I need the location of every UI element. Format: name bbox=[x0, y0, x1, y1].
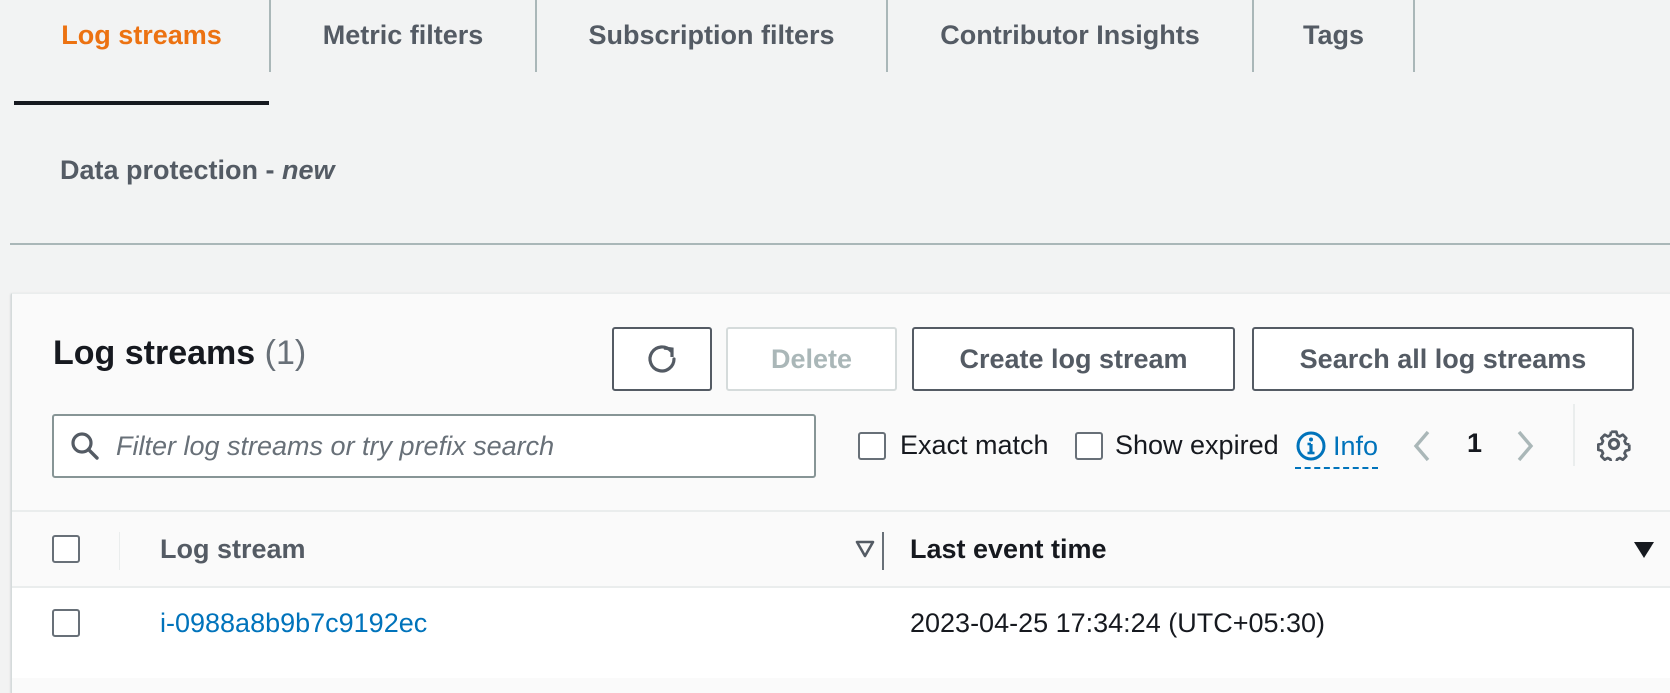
gear-icon[interactable] bbox=[1597, 427, 1631, 461]
log-stream-link[interactable]: i-0988a8b9b7c9192ec bbox=[160, 608, 427, 639]
tab-metric-filters[interactable]: Metric filters bbox=[271, 0, 535, 72]
chevron-left-icon[interactable] bbox=[1409, 428, 1435, 464]
delete-button[interactable]: Delete bbox=[726, 327, 897, 391]
search-icon bbox=[71, 432, 99, 460]
tab-subscription-filters[interactable]: Subscription filters bbox=[537, 0, 886, 72]
info-label: Info bbox=[1333, 430, 1379, 461]
panel-title: Log streams (1) bbox=[53, 334, 306, 373]
log-streams-panel: Log streams (1) Delete Create log stream… bbox=[11, 293, 1670, 693]
panel-count: (1) bbox=[264, 334, 307, 372]
tab-label: Metric filters bbox=[322, 20, 484, 50]
search-all-log-streams-button[interactable]: Search all log streams bbox=[1252, 327, 1634, 391]
show-expired-label: Show expired bbox=[1115, 430, 1279, 460]
tabs-divider bbox=[10, 243, 1670, 245]
sort-descending-icon[interactable] bbox=[1632, 538, 1656, 562]
last-event-time-cell: 2023-04-25 17:34:24 (UTC+05:30) bbox=[910, 608, 1326, 638]
panel-title-text: Log streams bbox=[53, 334, 256, 372]
tab-label: Tags bbox=[1302, 20, 1364, 50]
tab-contributor-insights[interactable]: Contributor Insights bbox=[888, 0, 1252, 72]
column-header-log-stream[interactable]: Log stream bbox=[160, 534, 306, 565]
tab-divider bbox=[1413, 0, 1415, 72]
refresh-button[interactable] bbox=[612, 327, 712, 391]
create-log-stream-button[interactable]: Create log stream bbox=[912, 327, 1235, 391]
show-expired-option[interactable]: Show expired bbox=[1075, 430, 1279, 461]
show-expired-checkbox[interactable] bbox=[1075, 431, 1103, 460]
column-divider[interactable] bbox=[882, 532, 884, 570]
column-divider bbox=[119, 532, 120, 570]
tab-tags[interactable]: Tags bbox=[1254, 0, 1413, 72]
tab-bar: Log streams Metric filters Subscription … bbox=[0, 0, 1670, 245]
active-tab-indicator bbox=[14, 101, 269, 105]
filter-log-streams-input[interactable] bbox=[114, 429, 794, 463]
current-page-button[interactable]: 1 bbox=[1467, 428, 1482, 459]
exact-match-label: Exact match bbox=[900, 430, 1049, 460]
tab-label: Log streams bbox=[61, 20, 222, 50]
filter-field[interactable] bbox=[52, 414, 816, 478]
info-icon bbox=[1296, 431, 1326, 461]
info-link[interactable]: Info bbox=[1295, 425, 1379, 469]
tab-label: Data protection - bbox=[60, 155, 283, 185]
new-badge: new bbox=[282, 155, 335, 185]
chevron-right-icon[interactable] bbox=[1512, 428, 1538, 464]
column-header-last-event-time[interactable]: Last event time bbox=[910, 534, 1107, 565]
preferences-divider bbox=[1573, 404, 1575, 466]
sort-unsorted-icon[interactable] bbox=[854, 538, 876, 560]
select-all-checkbox[interactable] bbox=[52, 535, 80, 563]
refresh-icon bbox=[648, 345, 676, 373]
tab-label: Contributor Insights bbox=[940, 20, 1200, 50]
table-row: i-0988a8b9b7c9192ec 2023-04-25 17:34:24 … bbox=[12, 588, 1670, 678]
table-header: Log stream Last event time bbox=[12, 510, 1670, 588]
exact-match-checkbox[interactable] bbox=[858, 431, 886, 460]
tab-log-streams[interactable]: Log streams bbox=[14, 0, 269, 72]
tab-list: Log streams Metric filters Subscription … bbox=[14, 0, 1415, 106]
row-select-checkbox[interactable] bbox=[52, 609, 80, 637]
tab-data-protection[interactable]: Data protection - new bbox=[60, 155, 335, 186]
exact-match-option[interactable]: Exact match bbox=[858, 430, 1049, 461]
tab-label: Subscription filters bbox=[588, 20, 835, 50]
